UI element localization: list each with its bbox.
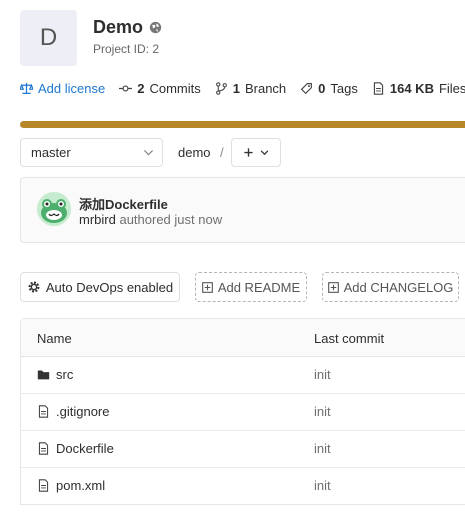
table-row[interactable]: src init (21, 357, 465, 394)
file-name: pom.xml (56, 478, 106, 493)
commit-icon (119, 85, 133, 92)
branch-dropdown[interactable]: master (20, 138, 163, 167)
file-icon (38, 405, 49, 418)
last-commit-cell[interactable]: init (314, 404, 331, 419)
add-license-label: Add license (38, 81, 106, 96)
table-row[interactable]: pom.xml init (21, 468, 465, 504)
globe-icon (149, 21, 162, 34)
gear-icon (28, 281, 40, 293)
commit-author[interactable]: mrbird (79, 212, 116, 227)
files-size: 164 KB (389, 81, 434, 96)
branches-count: 1 (232, 81, 240, 96)
file-icon (38, 442, 49, 455)
last-commit-cell[interactable]: init (314, 478, 331, 493)
author-avatar[interactable] (37, 192, 71, 226)
commits-label: Commits (149, 81, 201, 96)
frog-avatar-icon (37, 192, 71, 226)
file-icon (38, 479, 49, 492)
breadcrumb-repo[interactable]: demo (178, 145, 211, 160)
tag-icon (300, 83, 313, 95)
last-commit-cell[interactable]: init (314, 441, 331, 456)
chevron-down-icon (143, 149, 154, 156)
project-name: Demo (93, 17, 144, 37)
tags-count: 0 (318, 81, 326, 96)
branch-icon (215, 82, 227, 95)
plus-square-icon (327, 281, 339, 293)
file-name-cell[interactable]: .gitignore (37, 404, 109, 419)
column-header-name: Name (37, 331, 72, 346)
plus-square-icon (201, 281, 213, 293)
table-row[interactable]: .gitignore init (21, 394, 465, 431)
table-header: Name Last commit (21, 319, 465, 357)
branches-label: Branch (244, 81, 287, 96)
file-name-cell[interactable]: src (37, 367, 73, 382)
add-readme-label: Add README (217, 279, 301, 295)
project-id: Project ID: 2 (93, 42, 160, 56)
project-title: Demo (93, 17, 162, 38)
file-storage-icon (373, 82, 384, 95)
table-row[interactable]: Dockerfile init (21, 431, 465, 468)
tags-link[interactable]: 0 Tags (300, 81, 358, 96)
auto-devops-button[interactable]: Auto DevOps enabled (20, 272, 180, 302)
add-readme-button[interactable]: Add README (195, 272, 307, 302)
branches-link[interactable]: 1 Branch (215, 81, 286, 96)
repository-language-bar (20, 121, 465, 128)
commits-count: 2 (137, 81, 145, 96)
add-changelog-label: Add CHANGELOG (343, 279, 454, 295)
column-header-last-commit: Last commit (314, 331, 385, 346)
project-stats: Add license 2 Commits 1 Branch 0 Tags 16… (20, 81, 465, 96)
tags-label: Tags (330, 81, 358, 96)
project-avatar: D (20, 10, 77, 66)
commit-time: authored just now (119, 212, 223, 227)
breadcrumb-separator: / (220, 145, 224, 160)
file-name: .gitignore (56, 404, 110, 419)
auto-devops-label: Auto DevOps enabled (45, 279, 174, 295)
plus-icon (244, 148, 253, 157)
files-label: Files (438, 81, 465, 96)
scale-icon (20, 82, 33, 94)
folder-icon (37, 370, 50, 380)
add-license-link[interactable]: Add license (20, 81, 105, 96)
commit-title[interactable]: 添加Dockerfile (79, 194, 168, 213)
branch-name: master (31, 145, 71, 160)
add-file-dropdown[interactable] (231, 138, 281, 167)
project-avatar-letter: D (39, 24, 58, 51)
file-name: src (56, 367, 74, 382)
commit-meta: mrbird authored just now (79, 212, 222, 227)
commits-link[interactable]: 2 Commits (119, 81, 201, 96)
add-changelog-button[interactable]: Add CHANGELOG (322, 272, 459, 302)
last-commit-cell[interactable]: init (314, 367, 331, 382)
file-name: Dockerfile (56, 441, 114, 456)
file-tree-table: Name Last commit src init .gitignore ini… (20, 318, 465, 505)
files-link[interactable]: 164 KB Files (372, 81, 465, 96)
chevron-down-icon (260, 150, 269, 156)
file-name-cell[interactable]: pom.xml (37, 478, 105, 493)
file-name-cell[interactable]: Dockerfile (37, 441, 114, 456)
